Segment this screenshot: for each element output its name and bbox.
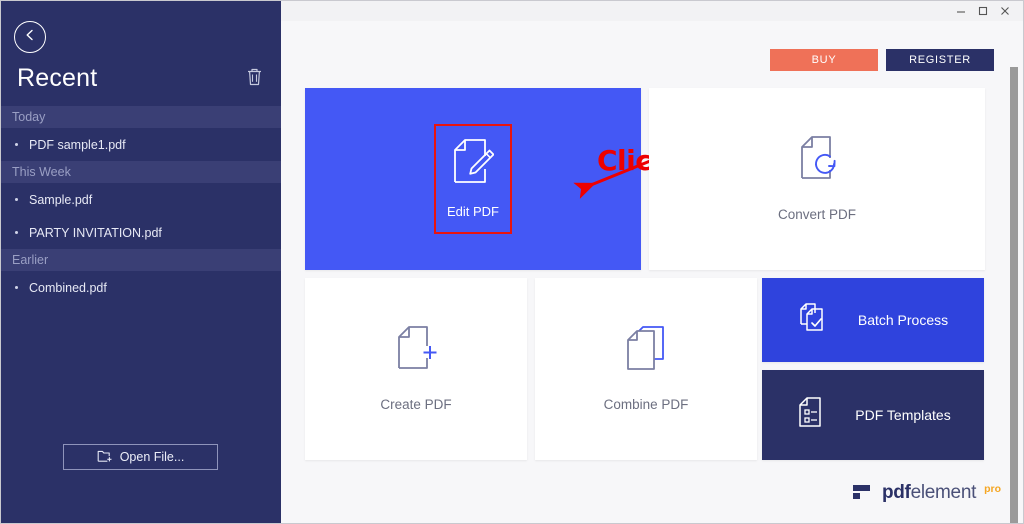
file-name: Sample.pdf <box>29 192 93 207</box>
open-file-label: Open File... <box>119 450 185 464</box>
recent-section-header-today: Today <box>1 106 281 128</box>
recent-section-header-earlier: Earlier <box>1 249 281 271</box>
tile-edit-pdf[interactable]: Edit PDF Click <box>305 88 676 270</box>
register-button[interactable]: REGISTER <box>886 49 994 71</box>
tile-label: Create PDF <box>380 397 452 412</box>
bullet-icon <box>15 286 18 289</box>
recent-header: Recent <box>17 64 265 93</box>
open-file-button[interactable]: Open File... <box>63 444 218 470</box>
list-item[interactable]: PDF sample1.pdf <box>1 128 281 161</box>
tile-convert-pdf[interactable]: Convert PDF <box>649 88 985 270</box>
tile-label: PDF Templates <box>855 407 951 423</box>
buy-button[interactable]: BUY <box>770 49 878 71</box>
file-name: PDF sample1.pdf <box>29 137 126 152</box>
file-name: PARTY INVITATION.pdf <box>29 225 162 240</box>
tile-label: Combine PDF <box>603 397 689 412</box>
recent-files-list: Today PDF sample1.pdf This Week Sample.p… <box>1 106 281 304</box>
list-item[interactable]: Combined.pdf <box>1 271 281 304</box>
list-item[interactable]: PARTY INVITATION.pdf <box>1 216 281 249</box>
document-plus-icon <box>393 326 439 377</box>
sidebar: Recent Today PDF sample1.pdf This Week S… <box>1 1 281 523</box>
file-name: Combined.pdf <box>29 280 107 295</box>
two-documents-icon <box>623 326 669 377</box>
document-pencil-icon <box>452 139 495 190</box>
trash-icon <box>245 66 264 92</box>
purchase-toolbar: BUY REGISTER <box>770 49 994 71</box>
folder-plus-icon <box>97 449 113 466</box>
tile-pdf-templates[interactable]: PDF Templates <box>762 370 984 460</box>
bullet-icon <box>15 143 18 146</box>
main-scrollbar-thumb[interactable] <box>1010 67 1018 523</box>
tile-create-pdf[interactable]: Create PDF <box>305 278 527 460</box>
tile-combine-pdf[interactable]: Combine PDF <box>535 278 757 460</box>
bullet-icon <box>15 198 18 201</box>
maximize-button[interactable] <box>972 2 994 20</box>
minimize-button[interactable] <box>950 2 972 20</box>
document-check-icon <box>798 302 830 339</box>
document-list-icon <box>795 396 827 434</box>
main-content: BUY REGISTER Edit PDF Click Convert PDF … <box>281 21 1023 523</box>
page-title: Recent <box>17 64 98 92</box>
window-titlebar <box>281 1 1023 21</box>
edit-pdf-highlight-box: Edit PDF <box>434 124 512 234</box>
bullet-icon <box>15 231 18 234</box>
logo-light: element <box>910 482 977 503</box>
pdfelement-logo: pdfelement pro <box>852 482 1001 507</box>
tile-label: Batch Process <box>857 312 949 328</box>
tile-batch-process[interactable]: Batch Process <box>762 278 984 362</box>
logo-pro-badge: pro <box>984 483 1001 495</box>
logo-text: pdfelement <box>882 482 976 504</box>
tile-label: Edit PDF <box>446 204 499 219</box>
list-item[interactable]: Sample.pdf <box>1 183 281 216</box>
chevron-left-icon <box>23 28 37 47</box>
main-scrollbar-track[interactable] <box>1007 41 1022 523</box>
close-button[interactable] <box>994 2 1016 20</box>
logo-mark-icon <box>852 482 874 507</box>
application-window: Recent Today PDF sample1.pdf This Week S… <box>0 0 1024 524</box>
back-button[interactable] <box>14 21 46 53</box>
recent-section-header-this-week: This Week <box>1 161 281 183</box>
logo-bold: pdf <box>881 482 911 503</box>
document-refresh-icon <box>794 136 840 187</box>
tile-label: Convert PDF <box>777 207 857 222</box>
clear-recent-button[interactable] <box>243 67 265 91</box>
